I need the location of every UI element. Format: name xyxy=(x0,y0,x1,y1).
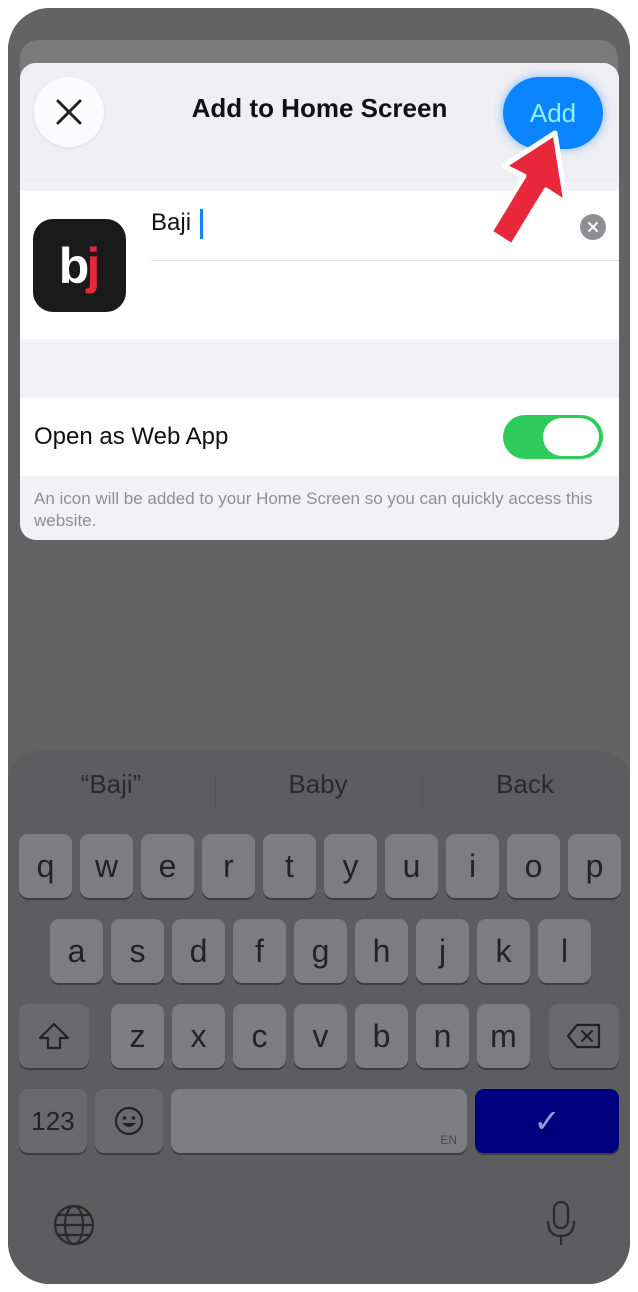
key-l[interactable]: l xyxy=(538,919,591,983)
key-r[interactable]: r xyxy=(202,834,255,898)
space-key[interactable]: EN xyxy=(171,1089,467,1153)
microphone-icon[interactable] xyxy=(543,1199,579,1249)
clear-text-button[interactable] xyxy=(580,214,606,240)
app-icon-letter-j: j xyxy=(86,237,101,294)
key-z[interactable]: z xyxy=(111,1004,164,1068)
globe-icon[interactable] xyxy=(52,1203,96,1247)
suggestion-1[interactable]: “Baji” xyxy=(11,769,211,800)
app-icon-letter-b: b xyxy=(58,237,89,294)
key-i[interactable]: i xyxy=(446,834,499,898)
suggestion-divider xyxy=(422,773,423,809)
key-m[interactable]: m xyxy=(477,1004,530,1068)
web-app-row: Open as Web App xyxy=(20,398,619,476)
key-g[interactable]: g xyxy=(294,919,347,983)
shift-icon xyxy=(38,1022,70,1050)
done-key[interactable]: ✓ xyxy=(475,1089,619,1153)
keyboard: “Baji” Baby Back q w e r t y u i o p a s… xyxy=(8,751,630,1284)
key-w[interactable]: w xyxy=(80,834,133,898)
space-language-label: EN xyxy=(440,1133,457,1147)
key-x[interactable]: x xyxy=(172,1004,225,1068)
key-y[interactable]: y xyxy=(324,834,377,898)
key-o[interactable]: o xyxy=(507,834,560,898)
shift-key[interactable] xyxy=(19,1004,89,1068)
key-s[interactable]: s xyxy=(111,919,164,983)
key-h[interactable]: h xyxy=(355,919,408,983)
key-p[interactable]: p xyxy=(568,834,621,898)
key-c[interactable]: c xyxy=(233,1004,286,1068)
pointer-arrow-icon xyxy=(487,130,569,249)
clear-icon xyxy=(588,222,598,232)
numbers-key[interactable]: 123 xyxy=(19,1089,87,1153)
toggle-knob xyxy=(543,418,599,456)
key-d[interactable]: d xyxy=(172,919,225,983)
input-divider xyxy=(151,260,619,261)
key-v[interactable]: v xyxy=(294,1004,347,1068)
key-n[interactable]: n xyxy=(416,1004,469,1068)
phone-frame: Add to Home Screen Add bj Open as Web Ap… xyxy=(8,8,630,1284)
delete-key[interactable] xyxy=(549,1004,619,1068)
app-icon: bj xyxy=(33,219,126,312)
web-app-toggle[interactable] xyxy=(503,415,603,459)
text-caret xyxy=(200,209,203,239)
key-j[interactable]: j xyxy=(416,919,469,983)
key-u[interactable]: u xyxy=(385,834,438,898)
web-app-label: Open as Web App xyxy=(34,423,229,450)
emoji-key[interactable] xyxy=(95,1089,163,1153)
key-b[interactable]: b xyxy=(355,1004,408,1068)
key-k[interactable]: k xyxy=(477,919,530,983)
key-t[interactable]: t xyxy=(263,834,316,898)
suggestion-3[interactable]: Back xyxy=(425,769,625,800)
key-q[interactable]: q xyxy=(19,834,72,898)
footnote-text: An icon will be added to your Home Scree… xyxy=(34,489,593,530)
suggestion-2[interactable]: Baby xyxy=(218,769,418,800)
suggestion-divider xyxy=(215,773,216,809)
key-a[interactable]: a xyxy=(50,919,103,983)
key-f[interactable]: f xyxy=(233,919,286,983)
key-e[interactable]: e xyxy=(141,834,194,898)
emoji-icon xyxy=(114,1106,144,1136)
backspace-icon xyxy=(566,1023,601,1049)
screen-dim-overlay: Add to Home Screen Add bj Open as Web Ap… xyxy=(8,8,630,1284)
